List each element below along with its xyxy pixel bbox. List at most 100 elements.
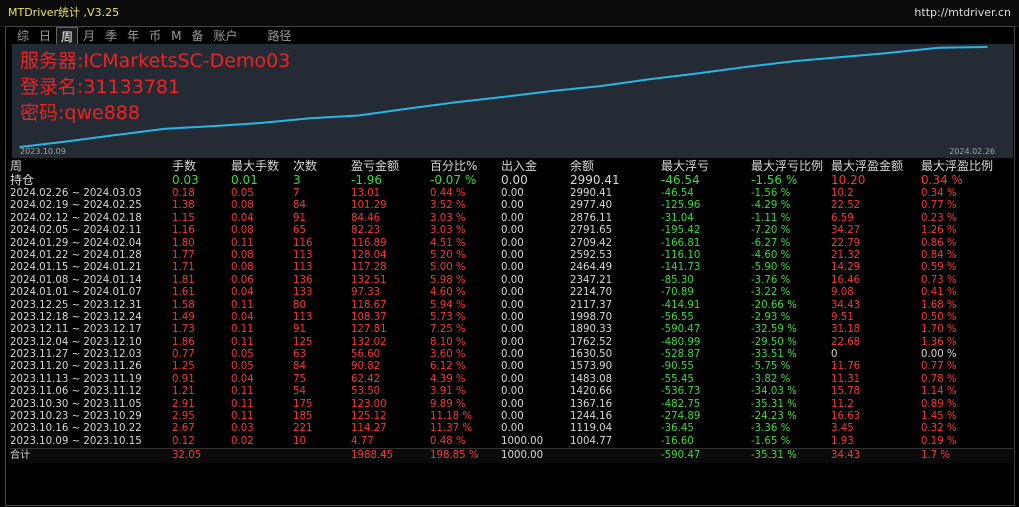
cell-col-2: 0.11 — [231, 324, 254, 336]
cell-col-8: -16.60 — [661, 435, 694, 447]
cell-col-4: 82.23 — [351, 225, 381, 237]
cell-col-5: 5.98 % — [430, 274, 466, 286]
tab-7[interactable]: M — [166, 27, 186, 45]
cell-col-4: 101.29 — [351, 200, 387, 212]
table-row[interactable]: 2024.01.08 ~ 2024.01.14 1.81 0.06 136 132.51… — [10, 275, 1013, 287]
table-row[interactable]: 2024.01.29 ~ 2024.02.04 1.80 0.11 116 116.89… — [10, 238, 1013, 250]
cell-col-1: 1.86 — [172, 336, 195, 348]
cell-col-1: 1.16 — [172, 225, 195, 237]
cell-col-0: 2023.12.11 ~ 2023.12.17 — [10, 324, 142, 336]
tab-10[interactable]: 路径 — [263, 27, 297, 45]
cell-col-10: 16.63 — [831, 411, 861, 423]
cell-col-3: 133 — [293, 287, 313, 299]
cell-col-3: 125 — [293, 336, 313, 348]
cell-col-5: 4.39 % — [430, 373, 466, 385]
table-row[interactable]: 2024.02.12 ~ 2024.02.18 1.15 0.04 91 84.46 3.… — [10, 213, 1013, 225]
table-row[interactable]: 2023.12.04 ~ 2023.12.10 1.86 0.11 125 132.02… — [10, 337, 1013, 349]
balance-point-15 — [744, 66, 747, 68]
table-row[interactable]: 2023.10.09 ~ 2023.10.15 0.12 0.02 10 4.77 0.4… — [10, 436, 1013, 448]
cell-col-11: 0.00 % — [921, 349, 957, 361]
cell-col-11: 1.68 % — [921, 299, 957, 311]
cell-col-3: 116 — [293, 237, 313, 249]
cell-col-5: 6.12 % — [430, 361, 466, 373]
cell-col-9: 最大浮亏比例 — [751, 159, 824, 173]
tab-9[interactable]: 账户 — [208, 27, 242, 45]
tab-3[interactable]: 月 — [78, 27, 100, 45]
cell-col-8: -90.55 — [661, 361, 694, 373]
cell-col-9: -35.31 % — [751, 398, 797, 410]
cell-col-8: -590.47 — [661, 450, 701, 462]
cell-col-10: 3.45 — [831, 423, 854, 435]
balance-point-10 — [502, 96, 505, 98]
cell-col-11: 1.70 % — [921, 324, 957, 336]
tab-6[interactable]: 币 — [144, 27, 166, 45]
table-row[interactable]: 2023.10.23 ~ 2023.10.29 2.95 0.11 185 125.12… — [10, 411, 1013, 423]
cell-col-7: 2117.37 — [570, 299, 613, 311]
table-row[interactable]: 2024.02.26 ~ 2024.03.03 0.18 0.05 7 13.01 0.4… — [10, 188, 1013, 200]
table-row[interactable]: 2023.11.13 ~ 2023.11.19 0.91 0.04 75 62.42 4.… — [10, 374, 1013, 386]
cell-col-5: 5.20 % — [430, 249, 466, 261]
table-row[interactable]: 2024.01.15 ~ 2024.01.21 1.71 0.08 113 117.28… — [10, 262, 1013, 274]
cell-col-7: 1244.16 — [570, 411, 613, 423]
cell-col-8: -590.47 — [661, 324, 701, 336]
cell-col-11: 0.78 % — [921, 373, 957, 385]
cell-col-10: 0 — [831, 349, 838, 361]
cell-col-5: 3.52 % — [430, 200, 466, 212]
cell-col-8: -536.73 — [661, 386, 701, 398]
table-row[interactable]: 2023.10.16 ~ 2023.10.22 2.67 0.03 221 114.27… — [10, 423, 1013, 435]
tab-2[interactable]: 周 — [56, 27, 79, 45]
cell-col-5: 4.51 % — [430, 237, 466, 249]
cell-col-10: 31.18 — [831, 324, 861, 336]
cell-col-8: 最大浮亏 — [661, 159, 710, 173]
table-row[interactable]: 2023.11.27 ~ 2023.12.03 0.77 0.05 63 56.60 3.… — [10, 349, 1013, 361]
cell-col-10: 21.32 — [831, 249, 861, 261]
cell-col-0: 周 — [10, 159, 23, 173]
table-row[interactable]: 2023.12.18 ~ 2023.12.24 1.49 0.04 113 108.37… — [10, 312, 1013, 324]
tab-0[interactable]: 综 — [12, 27, 34, 45]
cell-col-11: 0.41 % — [921, 287, 957, 299]
cell-col-6: 0.00 — [501, 225, 524, 237]
cell-col-10: 10.2 — [831, 188, 854, 199]
table-row[interactable]: 2024.01.01 ~ 2024.01.07 1.61 0.04 133 97.33 4… — [10, 287, 1013, 299]
cell-col-9: -32.59 % — [751, 324, 797, 336]
table-row[interactable]: 2023.11.06 ~ 2023.11.12 1.21 0.11 54 53.50 3.… — [10, 386, 1013, 398]
cell-col-5: 3.03 % — [430, 225, 466, 237]
cell-col-0: 2024.02.19 ~ 2024.02.25 — [10, 200, 142, 212]
tab-5[interactable]: 年 — [122, 27, 144, 45]
table-row[interactable]: 2024.01.22 ~ 2024.01.28 1.77 0.08 113 128.04… — [10, 250, 1013, 262]
table-row[interactable]: 2023.12.25 ~ 2023.12.31 1.58 0.11 80 118.67 5… — [10, 300, 1013, 312]
balance-point-14 — [696, 72, 698, 75]
cell-col-11: 0.23 % — [921, 212, 957, 224]
cell-col-6: 0.00 — [501, 386, 524, 398]
cell-col-1: 2.91 — [172, 398, 195, 410]
cell-col-5: 11.37 % — [430, 423, 473, 435]
cell-col-2: 0.05 — [231, 361, 254, 373]
tab-4[interactable]: 季 — [100, 27, 122, 45]
table-body: 2024.02.26 ~ 2024.03.03 0.18 0.05 7 13.01 0.4… — [10, 188, 1013, 448]
cell-col-2: 0.05 — [231, 349, 254, 361]
cell-col-10: 9.51 — [831, 311, 854, 323]
cell-col-11: 0.84 % — [921, 249, 957, 261]
tab-1[interactable]: 日 — [34, 27, 56, 45]
cell-col-10: 34.43 — [831, 450, 861, 462]
cell-col-10: 15.78 — [831, 386, 861, 398]
website-link[interactable]: http://mtdriver.cn — [914, 0, 1011, 26]
cell-col-11: 0.77 % — [921, 361, 957, 373]
cell-col-3: 80 — [293, 299, 306, 311]
cell-col-4: 116.89 — [351, 237, 387, 249]
table-row[interactable]: 2023.12.11 ~ 2023.12.17 1.73 0.11 91 127.81 7… — [10, 324, 1013, 336]
table-row[interactable]: 2023.10.30 ~ 2023.11.05 2.91 0.11 175 123.00… — [10, 399, 1013, 411]
cell-col-4: 132.51 — [351, 274, 387, 286]
cell-col-8: -55.45 — [661, 373, 694, 385]
cell-col-9: -3.76 % — [751, 274, 791, 286]
tab-8[interactable]: 备 — [186, 27, 208, 45]
cell-col-11: 0.34 % — [921, 173, 963, 187]
cell-col-10: 11.31 — [831, 373, 861, 385]
table-row[interactable]: 2024.02.19 ~ 2024.02.25 1.38 0.08 84 101.29 3… — [10, 200, 1013, 212]
cell-col-9: -4.60 % — [751, 249, 791, 261]
balance-chart: 服务器:ICMarketsSC-Demo03 登录名:31133781 密码:q… — [12, 44, 1013, 158]
table-row[interactable]: 2023.11.20 ~ 2023.11.26 1.25 0.05 84 90.82 6.… — [10, 361, 1013, 373]
table-row[interactable]: 2024.02.05 ~ 2024.02.11 1.16 0.08 65 82.23 3.… — [10, 225, 1013, 237]
title-bar: MTDriver统计 ,V3.25 http://mtdriver.cn — [0, 0, 1019, 27]
cell-col-2: 0.11 — [231, 411, 254, 423]
